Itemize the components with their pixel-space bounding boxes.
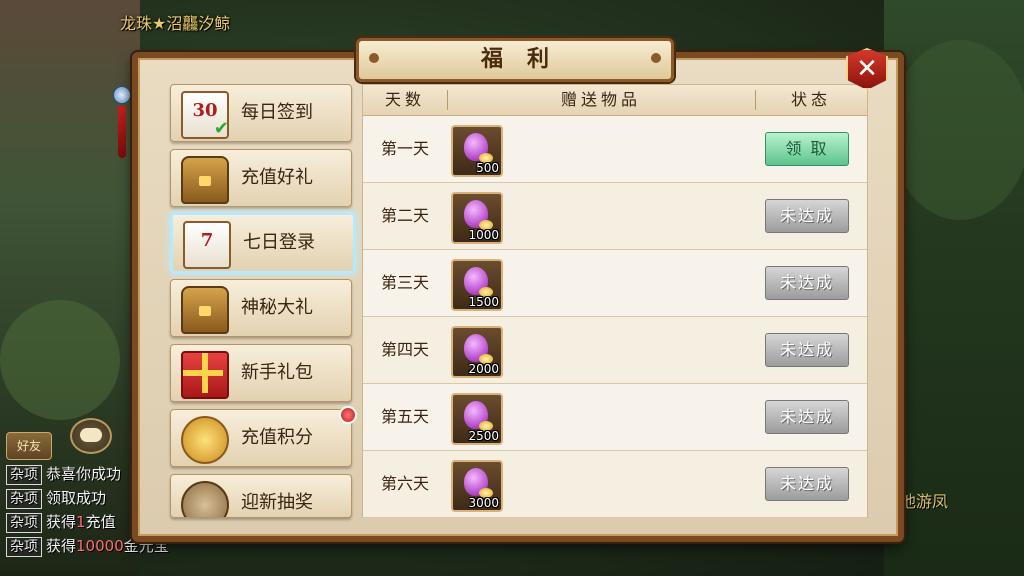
menu-item-daily-signin[interactable]: 30 ✔ 每日签到 [170, 84, 352, 142]
menu-item-mystery-gift[interactable]: 神秘大礼 [170, 279, 352, 337]
reward-quantity: 1500 [468, 295, 499, 309]
gold-chest-icon [181, 286, 229, 334]
day-label: 第三天 [380, 273, 429, 292]
reward-quantity: 1000 [468, 228, 499, 242]
menu-item-label: 迎新抽奖 [241, 492, 313, 513]
day-label: 第六天 [380, 474, 429, 493]
table-row: 第二天 1000 未达成 [363, 183, 867, 250]
chat-tag: 杂项 [6, 465, 42, 485]
npc-name-label: 池游凤 [899, 492, 948, 511]
reward-quantity: 2500 [468, 429, 499, 443]
chat-text: 恭喜你成功 [46, 465, 122, 483]
column-header-items: 赠送物品 [560, 90, 641, 109]
not-reached-button[interactable]: 未达成 [765, 400, 849, 434]
hanging-ornament [112, 78, 132, 178]
player-name-label: 龙珠★沼龘汐鲸 [120, 14, 231, 33]
day-label: 第五天 [380, 407, 429, 426]
not-reached-button[interactable]: 未达成 [765, 266, 849, 300]
table-row: 第五天 2500 未达成 [363, 384, 867, 451]
notification-dot [339, 406, 357, 424]
gift-box-icon [181, 351, 229, 399]
lottery-wheel-icon [181, 481, 229, 517]
reward-item-slot[interactable]: 2500 [451, 393, 503, 445]
menu-item-label: 每日签到 [241, 102, 313, 123]
day-label: 第一天 [380, 139, 429, 158]
chat-bubble-icon [80, 428, 102, 442]
reward-quantity: 3000 [468, 496, 499, 510]
chat-tag: 杂项 [6, 537, 42, 557]
menu-item-label: 充值好礼 [241, 167, 313, 188]
chat-tag: 杂项 [6, 513, 42, 533]
reward-item-slot[interactable]: 2000 [451, 326, 503, 378]
menu-item-recharge-points[interactable]: 充值积分 [170, 406, 357, 467]
reward-item-slot[interactable]: 1500 [451, 259, 503, 311]
gold-ingots-icon [181, 416, 229, 464]
chat-text: 获得 [46, 513, 77, 531]
background-bush [0, 300, 120, 420]
friends-button[interactable]: 好友 [6, 432, 52, 460]
chat-tag: 杂项 [6, 489, 42, 509]
not-reached-button[interactable]: 未达成 [765, 199, 849, 233]
table-row: 第三天 1500 未达成 [363, 250, 867, 317]
table-header: 天数 赠送物品 状态 [363, 85, 867, 116]
menu-item-label: 神秘大礼 [241, 297, 313, 318]
red-tassel-icon [118, 106, 126, 158]
chat-bubble-button[interactable] [70, 418, 112, 454]
column-header-status: 状态 [790, 90, 831, 109]
table-row: 第六天 3000 未达成 [363, 451, 867, 518]
welfare-menu: 30 ✔ 每日签到 充值好礼 7 七日登录 神秘大礼 新手礼包 充值积分 迎新抽奖 [150, 70, 357, 518]
table-row: 第四天 2000 未达成 [363, 317, 867, 384]
background-tree [890, 40, 1024, 220]
not-reached-button[interactable]: 未达成 [765, 333, 849, 367]
panel-title: 福利 [480, 47, 573, 72]
welfare-panel: 30 ✔ 每日签到 充值好礼 7 七日登录 神秘大礼 新手礼包 充值积分 迎新抽奖 [132, 52, 904, 542]
table-row: 第一天 500 领 取 [363, 116, 867, 183]
reward-quantity: 2000 [468, 362, 499, 376]
reward-item-slot[interactable]: 500 [451, 125, 503, 177]
reward-item-slot[interactable]: 3000 [451, 460, 503, 512]
chat-highlight: 10000 [76, 537, 124, 555]
menu-item-label: 充值积分 [241, 427, 313, 448]
panel-title-plate: 福利 [356, 38, 674, 82]
claim-button[interactable]: 领 取 [765, 132, 849, 166]
chat-text: 领取成功 [46, 489, 107, 507]
calendar-30-icon: 30 ✔ [181, 91, 229, 139]
menu-item-newbie-pack[interactable]: 新手礼包 [170, 344, 352, 402]
chat-text: 获得 [46, 537, 77, 555]
chat-highlight: 1 [76, 513, 86, 531]
chat-text: 充值 [85, 513, 116, 531]
menu-item-label: 七日登录 [243, 232, 315, 253]
menu-item-lottery[interactable]: 迎新抽奖 [170, 474, 352, 518]
not-reached-button[interactable]: 未达成 [765, 467, 849, 501]
reward-quantity: 500 [476, 161, 499, 175]
menu-item-label: 新手礼包 [241, 362, 313, 383]
day-label: 第二天 [380, 206, 429, 225]
seven-day-reward-table: 天数 赠送物品 状态 第一天 500 领 取 第二天 1000 未达成 第三天 … [362, 84, 868, 518]
menu-item-recharge-gift[interactable]: 充值好礼 [170, 149, 352, 207]
column-header-day: 天数 [384, 90, 425, 109]
reward-item-slot[interactable]: 1000 [451, 192, 503, 244]
jade-bead-icon [113, 86, 131, 104]
day-label: 第四天 [380, 340, 429, 359]
calendar-7-icon: 7 [183, 221, 231, 269]
treasure-chest-icon [181, 156, 229, 204]
menu-item-seven-day-login[interactable]: 7 七日登录 [170, 212, 356, 274]
